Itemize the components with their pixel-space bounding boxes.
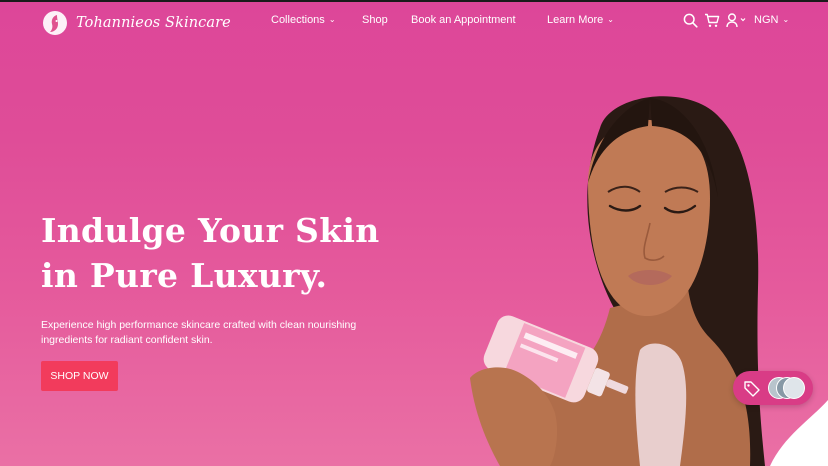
tag-icon[interactable] [743, 379, 761, 397]
chevron-down-icon: ⌄ [607, 15, 614, 24]
avatar-group[interactable] [768, 377, 805, 399]
account-icon[interactable] [726, 13, 746, 28]
shop-now-button[interactable]: SHOP NOW [41, 361, 118, 391]
hero-model-image [470, 96, 765, 466]
floating-widget[interactable] [733, 371, 813, 405]
nav-shop[interactable]: Shop [362, 14, 388, 26]
brand-name: Tohannieos Skincare [76, 15, 231, 31]
chevron-down-icon: ⌄ [328, 15, 336, 24]
nav-label: Shop [362, 14, 388, 26]
search-icon[interactable] [683, 13, 698, 28]
decorative-curve [770, 400, 828, 466]
avatar [783, 377, 805, 399]
currency-label: NGN [754, 14, 779, 26]
face-logo-icon [43, 11, 67, 35]
currency-selector[interactable]: NGN ⌄ [754, 14, 789, 26]
nav-learn-more[interactable]: Learn More ⌄ [547, 14, 614, 26]
site-header: Tohannieos Skincare Collections ⌄ Shop Bo… [0, 2, 828, 42]
nav-label: Learn More [547, 14, 604, 26]
nav-label: Collections [271, 14, 325, 26]
nav-book-appointment[interactable]: Book an Appointment [411, 14, 516, 26]
nav-collections[interactable]: Collections ⌄ [271, 14, 336, 26]
hero-description: Experience high performance skincare cra… [41, 319, 357, 346]
hero-heading: Indulge Your Skin in Pure Luxury. [41, 208, 441, 298]
hero-heading-line: in Pure Luxury. [41, 256, 328, 295]
brand-logo-link[interactable]: Tohannieos Skincare [42, 10, 231, 36]
cart-icon[interactable] [704, 13, 720, 28]
hero-heading-line: Indulge Your Skin [41, 211, 380, 250]
chevron-down-icon: ⌄ [782, 15, 790, 24]
nav-label: Book an Appointment [411, 14, 516, 26]
